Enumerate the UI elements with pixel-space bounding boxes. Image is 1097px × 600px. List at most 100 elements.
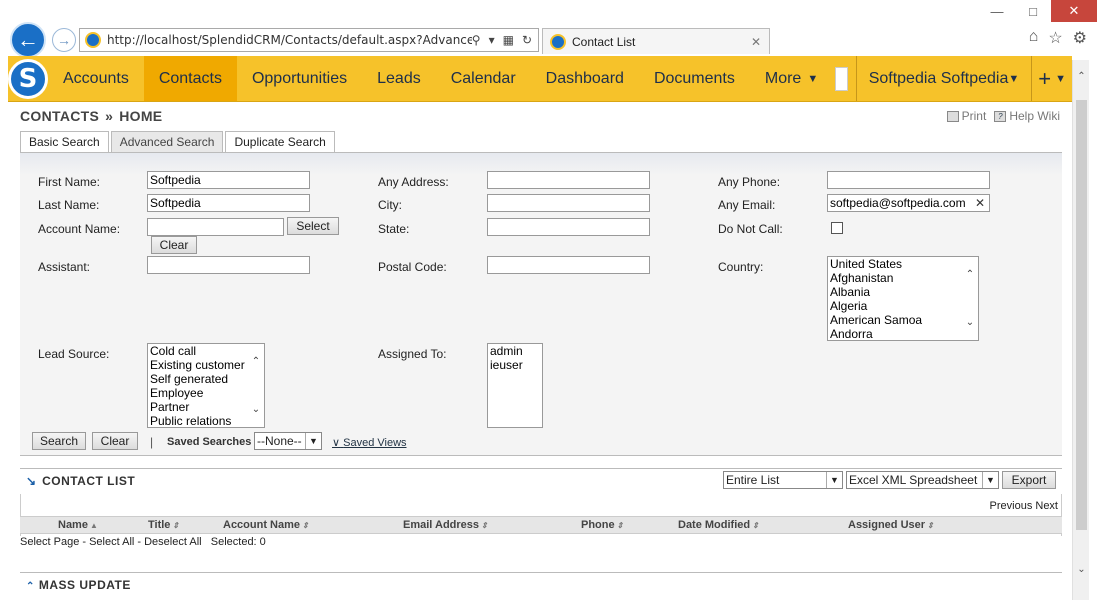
- nav-leads[interactable]: Leads: [362, 56, 436, 101]
- listbox-scrollbar[interactable]: ⌃ ⌄: [248, 344, 264, 427]
- help-wiki-link[interactable]: ? Help Wiki: [994, 109, 1060, 123]
- listbox-scrollbar[interactable]: ⌃ ⌄: [962, 257, 978, 340]
- nav-more[interactable]: More ▼: [750, 56, 833, 101]
- column-header-phone[interactable]: Phone ⇕: [581, 519, 623, 531]
- back-arrow-icon[interactable]: ←: [10, 22, 46, 58]
- nav-calendar[interactable]: Calendar: [436, 56, 531, 101]
- page-scrollbar[interactable]: ⌃ ⌄: [1072, 60, 1089, 600]
- tab-favicon-icon: [550, 33, 566, 50]
- assigned-to-listbox[interactable]: admin ieuser: [487, 343, 543, 428]
- search-button[interactable]: Search: [32, 432, 86, 450]
- list-item[interactable]: American Samoa: [828, 313, 978, 327]
- any-email-input[interactable]: softpedia@softpedia.com ✕: [827, 194, 990, 212]
- assistant-input[interactable]: [147, 256, 310, 274]
- list-item[interactable]: Andorra: [828, 327, 978, 340]
- first-name-input[interactable]: [147, 171, 310, 189]
- nav-search-input[interactable]: [835, 66, 848, 91]
- scroll-down-icon[interactable]: ⌄: [1073, 561, 1090, 578]
- minimize-icon[interactable]: —: [979, 0, 1015, 22]
- export-button[interactable]: Export: [1002, 471, 1056, 489]
- expand-arrow-icon: ⌃: [26, 581, 35, 592]
- list-item[interactable]: Afghanistan: [828, 271, 978, 285]
- state-input[interactable]: [487, 218, 650, 236]
- caret-down-icon: ▼: [1055, 72, 1066, 85]
- nav-accounts[interactable]: Accounts: [48, 56, 144, 101]
- column-header-email-address[interactable]: Email Address ⇕: [403, 519, 488, 531]
- forward-arrow-icon[interactable]: →: [52, 28, 76, 52]
- search-icon[interactable]: ⚲: [472, 33, 481, 47]
- tab-close-icon[interactable]: ✕: [751, 35, 769, 49]
- city-input[interactable]: [487, 194, 650, 212]
- chevron-up-icon[interactable]: ⌃: [966, 269, 974, 280]
- tab-basic-search[interactable]: Basic Search: [20, 131, 109, 152]
- column-header-name[interactable]: Name ▲: [58, 519, 98, 531]
- any-phone-input[interactable]: [827, 171, 990, 189]
- list-item[interactable]: admin: [488, 344, 542, 358]
- print-link[interactable]: Print: [946, 109, 986, 123]
- selection-links[interactable]: Select Page - Select All - Deselect All …: [20, 536, 266, 548]
- refresh-icon[interactable]: ↻: [522, 33, 532, 47]
- do-not-call-checkbox[interactable]: [831, 222, 843, 234]
- tab-advanced-search[interactable]: Advanced Search: [110, 131, 224, 152]
- nav-documents[interactable]: Documents: [639, 56, 750, 101]
- lead-source-listbox[interactable]: Cold call Existing customer Self generat…: [147, 343, 265, 428]
- favorites-star-icon[interactable]: ☆: [1048, 28, 1062, 48]
- quick-create-menu[interactable]: + ▼: [1032, 56, 1072, 101]
- column-header-account-name[interactable]: Account Name ⇕: [223, 519, 309, 531]
- list-item[interactable]: Self generated: [148, 372, 264, 386]
- logo[interactable]: S: [8, 56, 48, 101]
- list-item[interactable]: Algeria: [828, 299, 978, 313]
- compat-view-icon[interactable]: ▦: [503, 33, 514, 47]
- column-header-title[interactable]: Title ⇕: [148, 519, 179, 531]
- caret-down-icon: ▼: [807, 72, 819, 85]
- saved-searches-select[interactable]: --None-- ▼: [254, 432, 322, 450]
- clear-input-icon[interactable]: ✕: [975, 196, 985, 210]
- list-item[interactable]: Albania: [828, 285, 978, 299]
- export-scope-select[interactable]: Entire List ▼: [723, 471, 843, 489]
- browser-tab[interactable]: Contact List ✕: [542, 28, 770, 54]
- lead-source-label: Lead Source:: [38, 347, 110, 361]
- close-window-icon[interactable]: ✕: [1051, 0, 1097, 22]
- list-item[interactable]: Existing customer: [148, 358, 264, 372]
- list-item[interactable]: Public relations: [148, 414, 264, 427]
- chevron-down-icon[interactable]: ⌄: [252, 404, 260, 415]
- breadcrumb-module[interactable]: CONTACTS: [20, 108, 99, 124]
- tab-duplicate-search[interactable]: Duplicate Search: [225, 131, 335, 152]
- last-name-input[interactable]: [147, 194, 310, 212]
- account-name-input[interactable]: [147, 218, 284, 236]
- collapse-arrow-icon[interactable]: ↘: [26, 474, 36, 488]
- column-header-assigned-user[interactable]: Assigned User ⇕: [848, 519, 934, 531]
- chevron-down-icon[interactable]: ⌄: [966, 317, 974, 328]
- nav-dashboard[interactable]: Dashboard: [531, 56, 639, 101]
- country-listbox[interactable]: United States Afghanistan Albania Algeri…: [827, 256, 979, 341]
- list-item[interactable]: Partner: [148, 400, 264, 414]
- address-url[interactable]: http://localhost/SplendidCRM/Contacts/de…: [107, 33, 472, 47]
- account-select-button[interactable]: Select: [287, 217, 339, 235]
- list-item[interactable]: Cold call: [148, 344, 264, 358]
- saved-views-link[interactable]: ∨ Saved Views: [332, 436, 407, 449]
- scroll-up-icon[interactable]: ⌃: [1073, 68, 1090, 85]
- postal-code-input[interactable]: [487, 256, 650, 274]
- account-clear-button[interactable]: Clear: [151, 236, 197, 254]
- nav-contacts[interactable]: Contacts: [143, 56, 237, 101]
- chevron-down-icon[interactable]: ▾: [489, 33, 495, 47]
- chevron-up-icon[interactable]: ⌃: [252, 356, 260, 367]
- home-icon[interactable]: ⌂: [1029, 28, 1039, 48]
- maximize-icon[interactable]: □: [1015, 0, 1051, 22]
- mass-update-header[interactable]: ⌃ MASS UPDATE: [20, 572, 1062, 592]
- list-item[interactable]: ieuser: [488, 358, 542, 372]
- address-bar[interactable]: http://localhost/SplendidCRM/Contacts/de…: [79, 28, 539, 52]
- country-label: Country:: [718, 260, 764, 274]
- user-menu[interactable]: Softpedia Softpedia ▼: [855, 56, 1033, 101]
- list-item[interactable]: United States: [828, 257, 978, 271]
- list-item[interactable]: Employee: [148, 386, 264, 400]
- sort-icon: ⇕: [302, 521, 309, 530]
- any-address-input[interactable]: [487, 171, 650, 189]
- column-header-date-modified[interactable]: Date Modified ⇕: [678, 519, 759, 531]
- pager[interactable]: Previous Next: [990, 500, 1058, 512]
- settings-gear-icon[interactable]: ⚙: [1073, 28, 1087, 48]
- clear-button[interactable]: Clear: [92, 432, 138, 450]
- export-format-select[interactable]: Excel XML Spreadsheet ▼: [846, 471, 999, 489]
- scroll-thumb[interactable]: [1076, 100, 1087, 530]
- nav-opportunities[interactable]: Opportunities: [237, 56, 362, 101]
